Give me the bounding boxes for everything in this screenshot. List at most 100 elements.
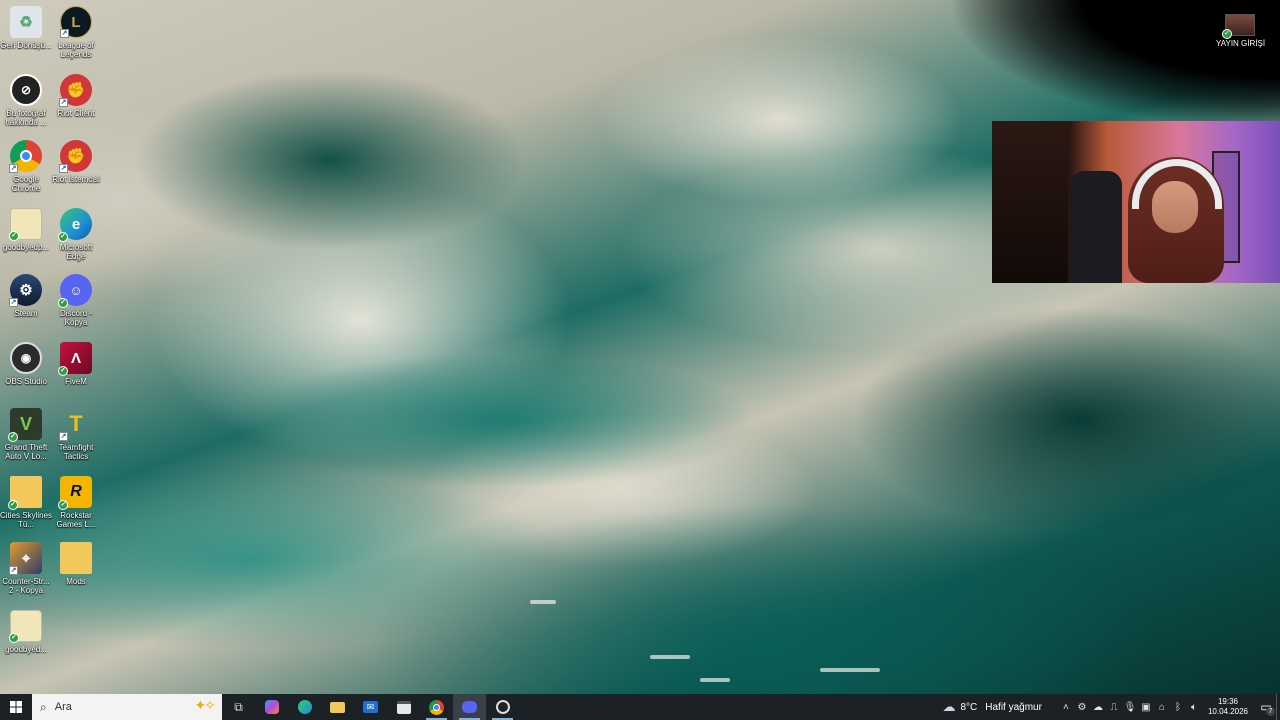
taskbar-chrome[interactable]: [420, 694, 453, 720]
desktop-icon-label: goodbyedp...: [2, 243, 50, 252]
taskbar-obs[interactable]: [486, 694, 519, 720]
recycle-bin-icon: ♻: [10, 6, 42, 38]
notification-count: 7: [1266, 707, 1275, 716]
folder-icon: ✓: [8, 476, 42, 510]
microphone-icon[interactable]: 🎙︎: [1122, 702, 1138, 713]
taskbar: ⌕ Ara ✦✧ ⧉ ✉ ☁ 8°C Hafif yağmur ˄ ⚙ ☁ ⎍ …: [0, 694, 1280, 720]
task-view-icon: ⧉: [234, 699, 243, 714]
weather-widget[interactable]: ☁ 8°C Hafif yağmur: [942, 699, 1041, 715]
desktop-icon-goodbyedpi-2[interactable]: ✓ goodbyed...: [0, 610, 52, 654]
desktop-icon-label: OBS Studio: [5, 377, 47, 386]
desktop-icon-label: Geri Dönüşü...: [0, 41, 52, 50]
taskbar-clock[interactable]: 19:36 10.04.2026: [1208, 697, 1248, 717]
desktop-icon-microsoft-edge[interactable]: e ✓ Microsoft Edge: [50, 208, 102, 261]
search-icon: ⌕: [40, 699, 47, 714]
desktop-icon-recycle-bin[interactable]: ♻ Geri Dönüşü...: [0, 6, 52, 50]
task-view-button[interactable]: ⧉: [222, 694, 255, 720]
desktop-icon-label: Google Chrome: [11, 175, 41, 193]
obs-icon: ◉: [10, 342, 42, 374]
edge-icon: [297, 700, 312, 714]
notification-center-button[interactable]: ▭ 7: [1256, 694, 1276, 720]
taskbar-file-explorer[interactable]: [321, 694, 354, 720]
desktop-icon-counter-strike-2[interactable]: ⌖ ↗ Counter-Str... 2 - Kopya: [0, 542, 52, 595]
riot-client-icon: ✊ ↗: [59, 74, 92, 107]
onedrive-cloud-icon[interactable]: ☁: [1090, 702, 1106, 713]
desktop-icon-goodbyedpi-1[interactable]: ✓ goodbyedp...: [0, 208, 52, 252]
desktop-icon-label: Teamfight Tactics: [58, 443, 94, 461]
desktop-icon-discord[interactable]: ☺ ✓ Discord - Kopya: [50, 274, 102, 327]
stream-image-icon: ✓: [1222, 14, 1255, 39]
webcam-gaming-chair: [1070, 171, 1122, 283]
discord-icon: [462, 701, 477, 713]
counter-strike-icon: ⌖ ↗: [9, 542, 42, 575]
taskbar-edge[interactable]: [288, 694, 321, 720]
chrome-icon: ↗: [9, 140, 42, 173]
league-of-legends-icon: L ↗: [60, 6, 92, 38]
desktop-icon-label: Grand Theft Auto V Lo...: [4, 443, 48, 461]
desktop-icon-label: Mods: [66, 577, 86, 586]
desktop-icon-fivem[interactable]: Λ ✓ FiveM: [50, 342, 102, 386]
desktop-icon-label: Rockstar Games L...: [56, 511, 96, 529]
taskbar-discord[interactable]: [453, 694, 486, 720]
desktop-icon-riot-istemcisi[interactable]: ✊ ↗ Riot İstemcisi: [50, 140, 102, 184]
desktop-icon-label: goodbyed...: [5, 645, 47, 654]
taskbar-mail[interactable]: ✉: [354, 694, 387, 720]
camera-info-icon: ⊘: [10, 74, 42, 106]
show-desktop-button[interactable]: [1276, 694, 1280, 720]
desktop-wallpaper: [0, 0, 1280, 694]
taskbar-search-box[interactable]: ⌕ Ara ✦✧: [32, 694, 222, 720]
ethernet-icon[interactable]: ⌂: [1154, 702, 1170, 713]
weather-condition: Hafif yağmur: [985, 701, 1042, 713]
desktop-icon-cities-skylines[interactable]: ✓ Cities Skylines Tü...: [0, 476, 52, 529]
mail-icon: ✉: [363, 701, 378, 713]
desktop-icon-label: Discord - Kopya: [59, 309, 92, 327]
network-icon[interactable]: ⎍: [1106, 702, 1122, 713]
folder-icon: [60, 542, 92, 574]
desktop-icon-gta-v[interactable]: V ✓ Grand Theft Auto V Lo...: [0, 408, 52, 461]
rockstar-icon: R ✓: [58, 476, 92, 510]
wallpaper-foam: [650, 655, 690, 659]
bluetooth-icon[interactable]: ᛒ: [1170, 702, 1186, 713]
desktop-icon-label: Cities Skylines Tü...: [0, 511, 53, 529]
edge-icon: e ✓: [58, 208, 92, 242]
desktop-icon-google-chrome[interactable]: ↗ Google Chrome: [0, 140, 52, 193]
desktop-icon-label: Riot İstemcisi: [52, 175, 100, 184]
search-placeholder: Ara: [54, 701, 72, 713]
rain-cloud-icon: ☁: [942, 699, 956, 714]
desktop-icon-yayin-girisi[interactable]: ✓ YAYIN GİRİŞİ: [1216, 14, 1266, 48]
windows-logo-icon: [10, 701, 22, 713]
start-button[interactable]: [0, 694, 32, 720]
tray-app-icon[interactable]: ⚙: [1074, 702, 1090, 713]
wallpaper-foam: [820, 668, 880, 672]
steam-icon: ⚙ ↗: [9, 274, 42, 307]
taskbar-store[interactable]: [387, 694, 420, 720]
desktop-icon-rockstar-games[interactable]: R ✓ Rockstar Games L...: [50, 476, 102, 529]
volume-icon[interactable]: 🔈︎: [1186, 702, 1202, 713]
show-hidden-icons-chevron-icon[interactable]: ˄: [1058, 702, 1074, 713]
desktop-icon-teamfight-tactics[interactable]: T ↗ Teamfight Tactics: [50, 408, 102, 461]
wallpaper-foam: [700, 678, 730, 682]
desktop-icon-mods[interactable]: Mods: [50, 542, 102, 586]
webcam-background-door: [992, 121, 1068, 283]
search-highlight-icon: ✦✧: [194, 697, 217, 713]
clock-date: 10.04.2026: [1207, 707, 1248, 716]
taskbar-copilot[interactable]: [255, 694, 288, 720]
weather-temperature: 8°C: [960, 701, 978, 713]
tray-app-icon[interactable]: ▣: [1138, 702, 1154, 713]
desktop-icon-riot-client[interactable]: ✊ ↗ Riot Client: [50, 74, 102, 118]
desktop-icon-obs-studio[interactable]: ◉ OBS Studio: [0, 342, 52, 386]
desktop-icon-league-of-legends[interactable]: L ↗ League of Legends: [50, 6, 102, 59]
file-icon: ✓: [9, 208, 42, 241]
file-icon: ✓: [9, 610, 42, 643]
fivem-icon: Λ ✓: [58, 342, 92, 376]
desktop-icon-label: Steam: [14, 309, 38, 318]
desktop-icon-photo-info[interactable]: ⊘ Bu fotoğraf hakkında ...: [0, 74, 52, 127]
desktop-icon-label: Riot Client: [57, 109, 95, 118]
gta-icon: V ✓: [8, 408, 42, 442]
desktop-icon-label: YAYIN GİRİŞİ: [1216, 39, 1266, 48]
copilot-icon: [264, 700, 279, 714]
desktop-icon-steam[interactable]: ⚙ ↗ Steam: [0, 274, 52, 318]
system-tray: ☁ 8°C Hafif yağmur ˄ ⚙ ☁ ⎍ 🎙︎ ▣ ⌂ ᛒ 🔈︎ 1…: [942, 694, 1280, 720]
clock-time: 19:36: [1217, 697, 1238, 706]
wallpaper-foam: [530, 600, 556, 604]
